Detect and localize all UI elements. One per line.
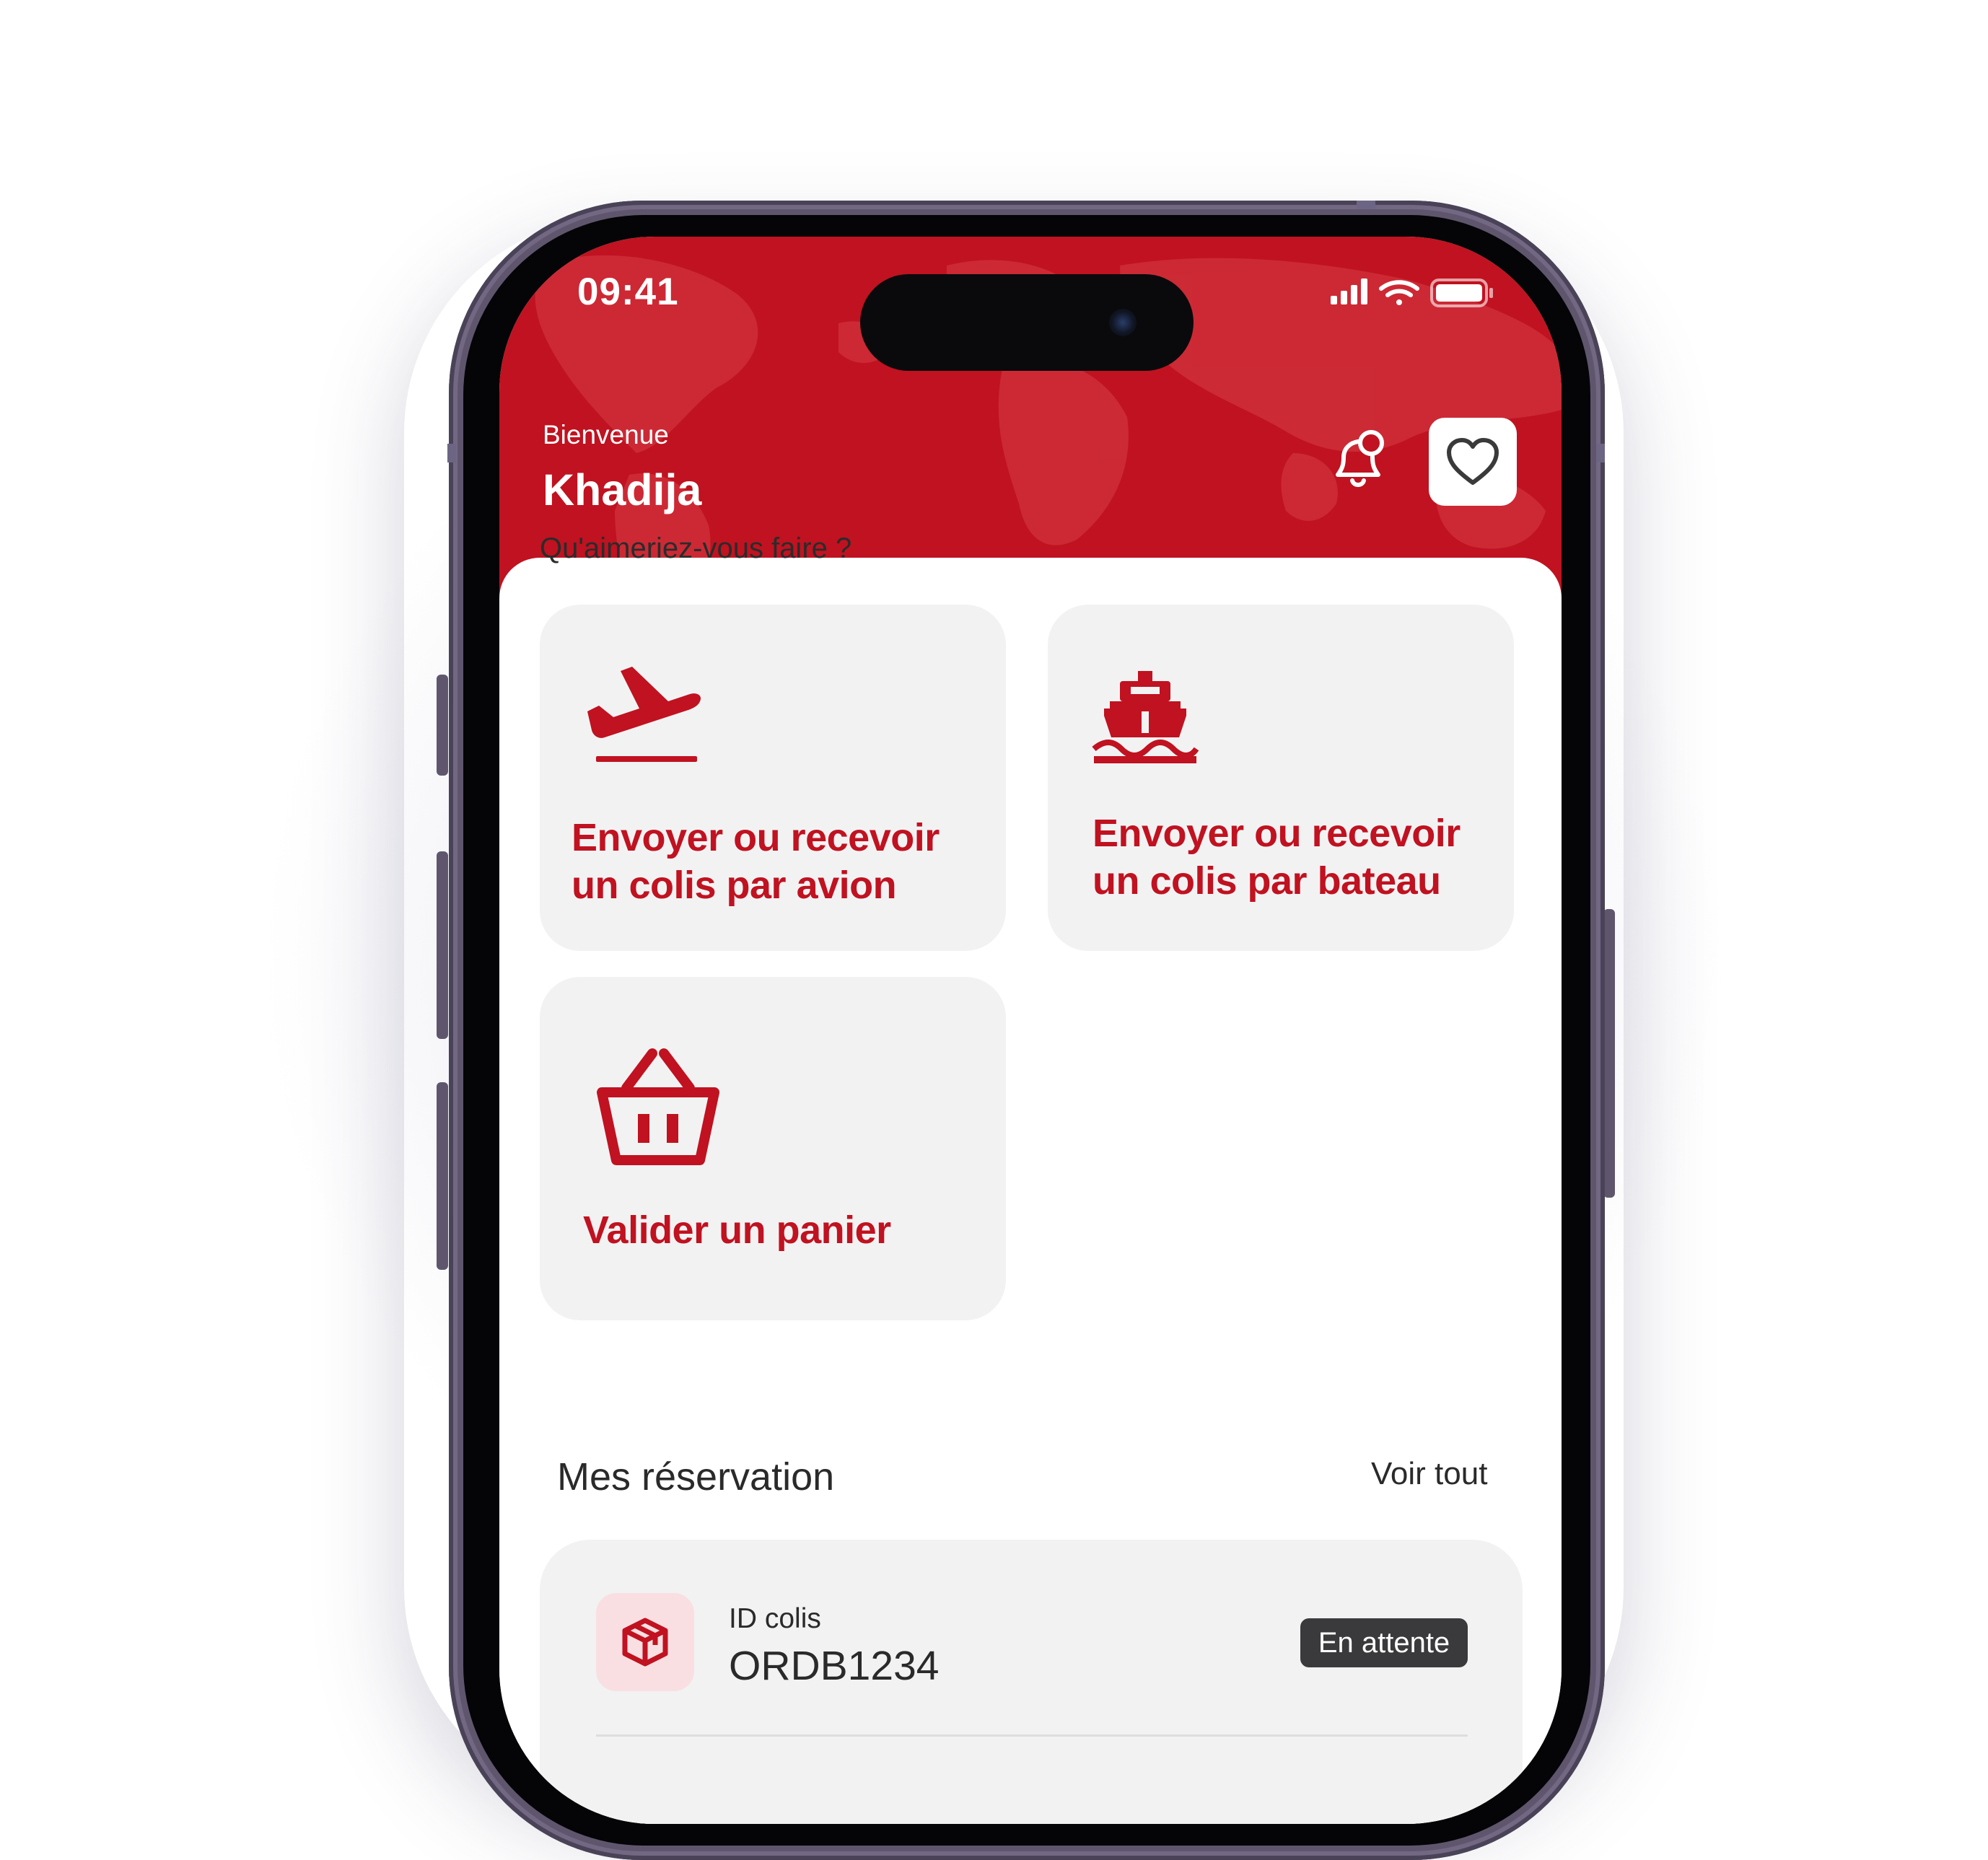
- prompt-question: Qu'aimeriez-vous faire ?: [540, 532, 852, 564]
- antenna-band: [447, 444, 456, 462]
- favorites-button[interactable]: [1429, 418, 1517, 506]
- package-icon: [622, 1618, 668, 1667]
- action-label-line1: Envoyer ou recevoir: [1092, 812, 1461, 855]
- action-label: Valider un panier: [583, 1208, 891, 1252]
- user-name: Khadija: [543, 465, 702, 514]
- status-time: 09:41: [577, 271, 679, 313]
- antenna-band: [1357, 201, 1375, 209]
- wifi-icon: [1379, 280, 1419, 305]
- action-card-plane[interactable]: Envoyer ou recevoir un colis par avion: [540, 605, 1006, 951]
- cellular-signal-icon: [1331, 278, 1367, 304]
- reservations-title: Mes réservation: [557, 1455, 835, 1499]
- dynamic-island: [860, 274, 1194, 371]
- airplane-takeoff-icon: [587, 667, 701, 762]
- antenna-band: [1596, 444, 1605, 462]
- see-all-link[interactable]: Voir tout: [1371, 1456, 1487, 1492]
- notifications-button[interactable]: [1323, 426, 1393, 495]
- action-label-line1: Envoyer ou recevoir: [572, 816, 940, 859]
- basket-icon: [597, 1048, 719, 1165]
- welcome-label: Bienvenue: [543, 420, 669, 449]
- ship-icon: [1092, 671, 1199, 763]
- reservation-card[interactable]: ID colis ORDB1234 En attente: [540, 1540, 1523, 1824]
- bell-icon: [1336, 430, 1384, 487]
- volume-up-button: [437, 851, 448, 1039]
- action-card-ship[interactable]: Envoyer ou recevoir un colis par bateau: [1048, 605, 1514, 951]
- divider: [596, 1734, 1468, 1737]
- power-button: [1603, 909, 1615, 1198]
- action-button: [437, 675, 448, 776]
- action-label-line2: un colis par bateau: [1092, 859, 1441, 903]
- battery-icon: [1430, 278, 1493, 307]
- action-label-line2: un colis par avion: [572, 864, 897, 907]
- package-id-label: ID colis: [729, 1603, 821, 1634]
- status-badge: En attente: [1300, 1618, 1468, 1667]
- main-content: Qu'aimeriez-vous faire ? Envoyer ou rece…: [499, 532, 1562, 1824]
- action-card-basket[interactable]: Valider un panier: [540, 977, 1006, 1320]
- heart-icon: [1447, 438, 1499, 485]
- volume-down-button: [437, 1082, 448, 1270]
- front-camera: [1109, 309, 1137, 336]
- package-icon-tile: [596, 1593, 694, 1691]
- app-screen: 09:41 Bienvenue Khadija Qu'aimeriez-vous…: [499, 237, 1562, 1824]
- package-id: ORDB1234: [729, 1643, 940, 1689]
- status-icons: [1331, 278, 1493, 307]
